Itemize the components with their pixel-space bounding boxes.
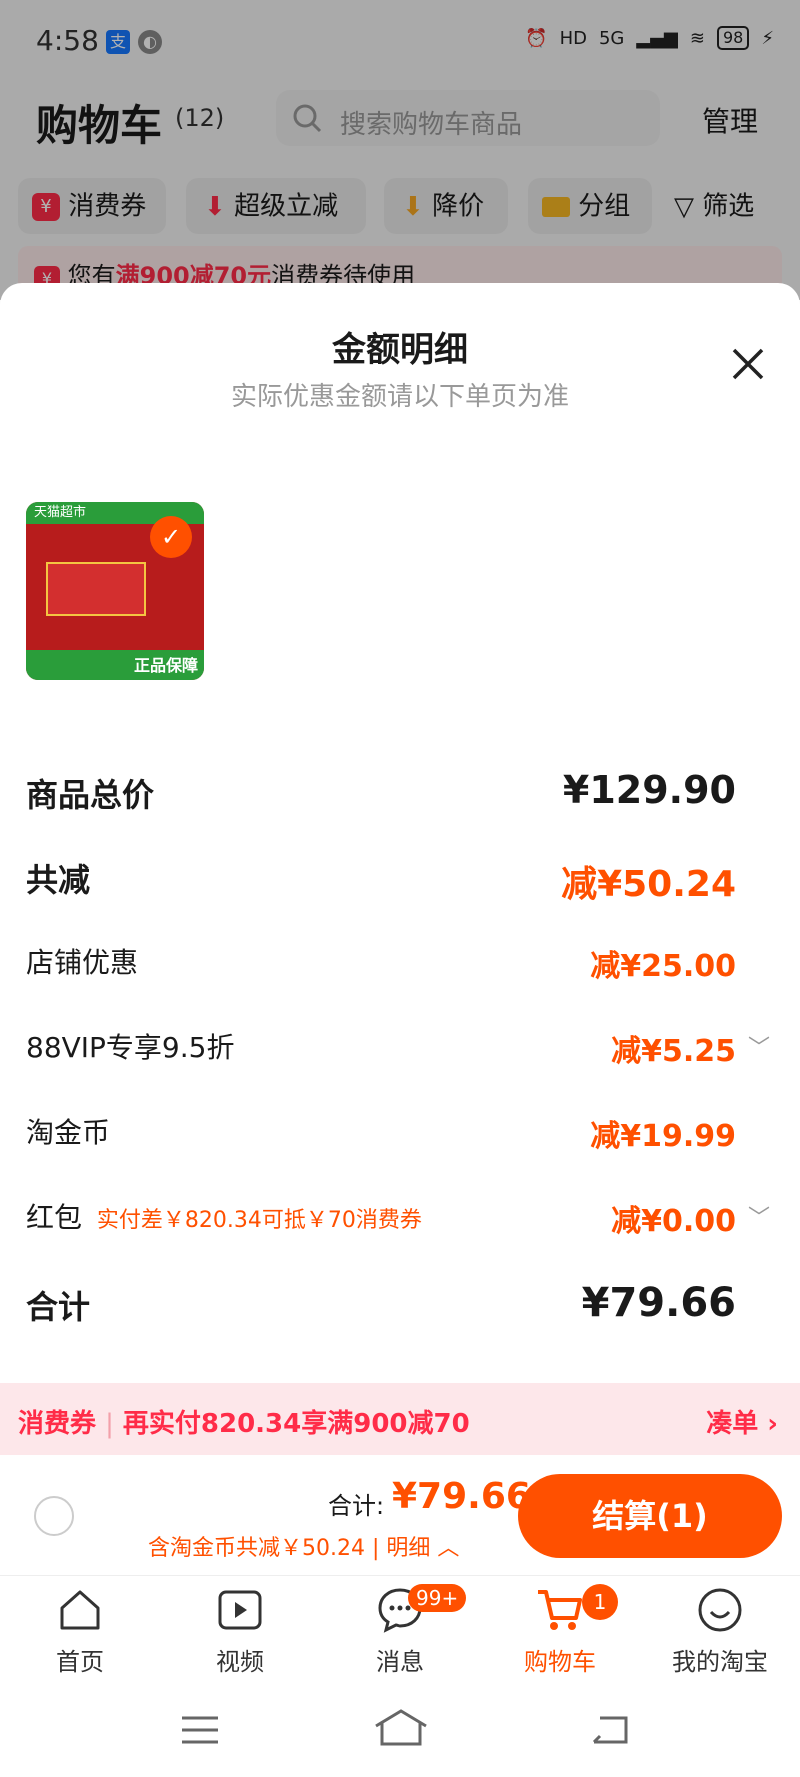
- select-all-radio[interactable]: [34, 1496, 74, 1536]
- tab-label: 购物车: [524, 1648, 596, 1676]
- coupon-banner-text: 消费券 | 再实付820.34享满900减70: [18, 1403, 470, 1440]
- total-discount-label: 共减: [26, 861, 91, 899]
- chevron-down-icon[interactable]: ﹀: [748, 1030, 770, 1062]
- close-icon[interactable]: [728, 344, 768, 384]
- coupon-banner-message: 再实付820.34享满900减70: [122, 1409, 470, 1439]
- product-badge: 正品保障: [133, 656, 198, 675]
- tab-label: 首页: [56, 1648, 104, 1676]
- redpacket-note: 实付差￥820.34可抵￥70消费券: [96, 1208, 422, 1233]
- store-discount-value: 减¥25.00: [590, 949, 736, 984]
- tab-messages[interactable]: 消息 99+: [330, 1584, 470, 1677]
- redpacket-text: 红包: [26, 1201, 83, 1234]
- total-price-label: 商品总价: [26, 776, 155, 814]
- redpacket-value[interactable]: 减¥0.00: [611, 1196, 736, 1240]
- home-nav-icon[interactable]: [374, 1708, 428, 1748]
- checkout-button[interactable]: 结算(1): [518, 1474, 782, 1558]
- tab-video[interactable]: 视频: [170, 1584, 310, 1677]
- vip-discount-label: 88VIP专享9.5折: [26, 1031, 235, 1064]
- make-order-label: 凑单: [706, 1409, 759, 1439]
- cart-badge: 1: [582, 1584, 618, 1620]
- sum-value: ¥79.66: [581, 1280, 736, 1326]
- tab-home[interactable]: 首页: [10, 1584, 150, 1677]
- coin-note-text: 含淘金币共减￥50.24 | 明细: [148, 1536, 431, 1561]
- store-discount-label: 店铺优惠: [26, 946, 139, 979]
- message-badge: 99+: [408, 1584, 467, 1612]
- checkout-total-value: ¥79.66: [392, 1476, 531, 1517]
- coupon-banner-label: 消费券: [18, 1409, 97, 1439]
- home-icon: [60, 1590, 100, 1630]
- chevron-down-icon[interactable]: ﹀: [748, 1200, 770, 1232]
- cart-icon: [538, 1590, 582, 1630]
- dim-overlay[interactable]: [0, 0, 800, 300]
- coupon-banner-divider: |: [105, 1409, 114, 1439]
- checkout-detail-link[interactable]: 含淘金币共减￥50.24 | 明细 ︿: [148, 1530, 459, 1562]
- chevron-up-icon: ︿: [437, 1536, 460, 1561]
- vip-discount-value[interactable]: 减¥5.25: [611, 1026, 736, 1070]
- make-order-link[interactable]: 凑单 ›: [706, 1403, 778, 1440]
- sheet-title: 金额明细: [332, 330, 468, 370]
- total-price-value: ¥129.90: [562, 768, 736, 812]
- redpacket-label: 红包 实付差￥820.34可抵￥70消费券: [26, 1196, 422, 1236]
- chevron-right-icon: ›: [767, 1409, 778, 1439]
- back-icon[interactable]: [590, 1710, 630, 1746]
- sheet-subtitle: 实际优惠金额请以下单页为准: [230, 382, 569, 412]
- product-thumbnail[interactable]: 天猫超市 正品保障 ✓: [26, 502, 204, 680]
- product-image: [46, 562, 146, 616]
- menu-icon[interactable]: [180, 1712, 220, 1748]
- selected-check-icon: ✓: [150, 516, 192, 558]
- checkout-total-label: 合计:: [328, 1492, 385, 1520]
- tab-label: 视频: [216, 1648, 264, 1676]
- tab-profile[interactable]: 我的淘宝: [650, 1584, 790, 1677]
- video-icon: [218, 1590, 262, 1630]
- tab-label: 我的淘宝: [672, 1648, 768, 1676]
- sum-label: 合计: [26, 1288, 91, 1326]
- profile-icon: [698, 1588, 742, 1632]
- taojinbi-label: 淘金币: [26, 1116, 111, 1149]
- taojinbi-value: 减¥19.99: [590, 1119, 736, 1154]
- tab-label: 消息: [376, 1648, 424, 1676]
- total-discount-value: 减¥50.24: [561, 864, 736, 905]
- tab-cart[interactable]: 购物车 1: [490, 1584, 630, 1677]
